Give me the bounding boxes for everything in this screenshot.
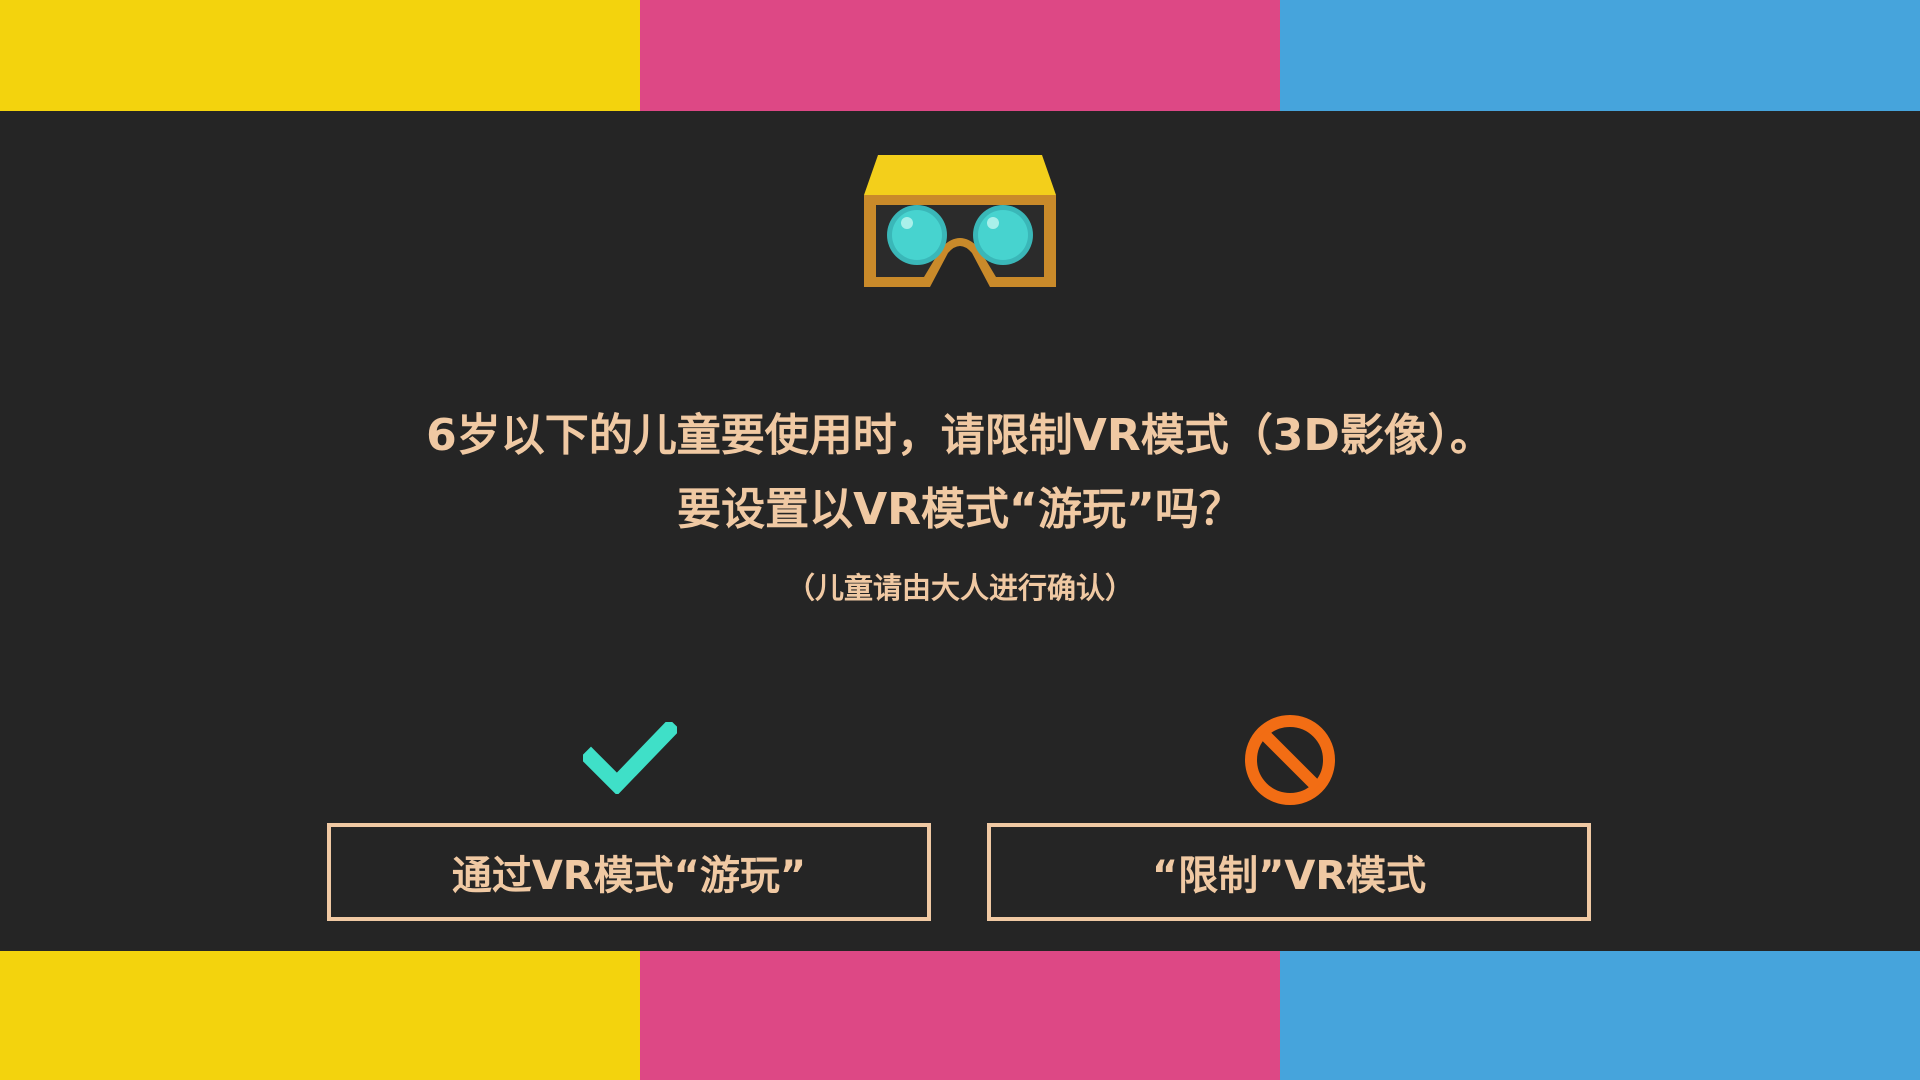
stripe-yellow — [0, 951, 640, 1080]
stripe-blue — [1280, 951, 1920, 1080]
warning-message: 6岁以下的儿童要使用时，请限制VR模式（3D影像）。 — [426, 410, 1494, 461]
vr-mode-confirm-screen: 6岁以下的儿童要使用时，请限制VR模式（3D影像）。 要设置以VR模式“游玩”吗… — [0, 0, 1920, 1080]
play-vr-mode-label: 通过VR模式“游玩” — [451, 853, 807, 899]
top-color-stripe — [0, 0, 1920, 111]
stripe-pink — [640, 951, 1280, 1080]
confirm-question: 要设置以VR模式“游玩”吗？ — [677, 484, 1243, 535]
restrict-vr-mode-label: “限制”VR模式 — [1151, 853, 1427, 899]
stripe-blue — [1280, 0, 1920, 111]
prohibit-icon — [1245, 715, 1335, 805]
restrict-vr-mode-button[interactable]: “限制”VR模式 — [987, 823, 1591, 921]
vr-headset-icon — [864, 155, 1056, 287]
play-vr-mode-button[interactable]: 通过VR模式“游玩” — [327, 823, 931, 921]
parent-note: （儿童请由大人进行确认） — [785, 571, 1134, 605]
bottom-color-stripe — [0, 951, 1920, 1080]
stripe-yellow — [0, 0, 640, 111]
checkmark-icon — [583, 722, 677, 794]
stripe-pink — [640, 0, 1280, 111]
